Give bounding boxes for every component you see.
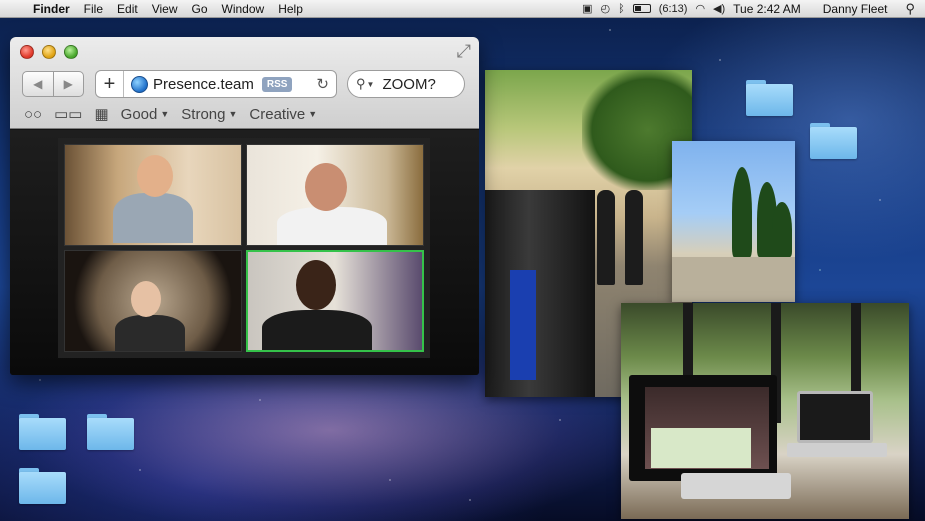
menu-app-name[interactable]: Finder [26, 2, 77, 16]
close-button[interactable] [20, 45, 34, 59]
status-area: ▣ ◴ ᛒ (6:13) ◠ ◀) Tue 2:42 AM Danny Flee… [582, 1, 925, 17]
laptop-base [787, 443, 887, 457]
bluetooth-icon[interactable]: ᛒ [618, 3, 625, 15]
office-photo[interactable] [621, 303, 909, 519]
volume-icon[interactable]: ◀) [713, 2, 725, 15]
battery-icon[interactable] [632, 4, 651, 13]
page-content [10, 130, 479, 375]
ground-shape [672, 257, 795, 302]
wifi-icon[interactable]: ◠ [695, 2, 705, 15]
minimize-button[interactable] [42, 45, 56, 59]
chevron-down-icon: ▼ [308, 109, 318, 119]
chevron-down-icon: ▼ [228, 109, 238, 119]
top-sites-grid-icon[interactable]: ▦ [94, 105, 108, 123]
video-tile[interactable] [64, 144, 242, 246]
browser-window: ⤢ ◀ ▶ + Presence.team RSS ↻ ⚲ ▼ ZOOM? ○○… [10, 37, 479, 375]
zoom-button[interactable] [64, 45, 78, 59]
browser-toolbar: ⤢ ◀ ▶ + Presence.team RSS ↻ ⚲ ▼ ZOOM? ○○… [10, 37, 479, 129]
video-tile[interactable] [64, 250, 242, 352]
video-tile[interactable] [246, 144, 424, 246]
menu-bar: Finder File Edit View Go Window Help ▣ ◴… [0, 0, 925, 18]
crew-figure [597, 190, 615, 285]
folder-icon[interactable] [19, 468, 66, 504]
window-controls [20, 45, 78, 59]
menu-user[interactable]: Danny Fleet [823, 2, 888, 16]
clock-icon[interactable]: ◴ [600, 2, 610, 15]
video-tile-active-speaker[interactable] [246, 250, 424, 352]
timemachine-icon[interactable]: ▣ [582, 2, 592, 15]
participant-head [137, 155, 173, 197]
crew-figure [625, 190, 643, 285]
participant-head [296, 260, 336, 310]
address-bar[interactable]: + Presence.team RSS ↻ [95, 70, 337, 98]
monitor-window [651, 428, 751, 468]
battery-time: (6:13) [658, 2, 688, 15]
search-icon: ⚲ [356, 76, 366, 91]
search-input[interactable]: ZOOM? [382, 76, 435, 93]
bookmarks-book-icon[interactable]: ▭▭ [54, 105, 82, 123]
bookmark-strong[interactable]: Strong ▼ [181, 106, 237, 123]
bookmark-good[interactable]: Good ▼ [121, 106, 170, 123]
search-field[interactable]: ⚲ ▼ ZOOM? [347, 70, 465, 98]
menu-go[interactable]: Go [185, 2, 215, 16]
participant-head [305, 163, 347, 211]
folder-icon[interactable] [746, 80, 793, 116]
menu-file[interactable]: File [77, 2, 110, 16]
fullscreen-icon[interactable]: ⤢ [457, 41, 471, 62]
bookmark-label: Strong [181, 105, 226, 123]
navigation-buttons: ◀ ▶ [22, 71, 84, 97]
tree-shape [732, 167, 752, 257]
forward-button[interactable]: ▶ [52, 72, 84, 96]
tree-shape [772, 202, 792, 257]
rss-badge[interactable]: RSS [261, 76, 293, 92]
participant-body [277, 207, 387, 245]
camera-rig-shape [485, 190, 595, 397]
folder-icon[interactable] [810, 123, 857, 159]
globe-icon [131, 75, 148, 93]
participant-head [131, 281, 161, 317]
spotlight-icon[interactable]: ⚲ [905, 1, 915, 17]
add-bookmark-button[interactable]: + [96, 71, 124, 97]
reading-list-icon[interactable]: ○○ [24, 106, 42, 123]
folder-icon[interactable] [19, 414, 66, 450]
chevron-down-icon: ▼ [160, 109, 170, 119]
bookmark-label: Creative [249, 105, 306, 123]
menu-edit[interactable]: Edit [110, 2, 145, 16]
trees-photo[interactable] [672, 141, 795, 302]
video-call-grid [58, 138, 430, 358]
url-text[interactable]: Presence.team [153, 76, 254, 93]
menu-clock[interactable]: Tue 2:42 AM [733, 2, 801, 16]
chevron-down-icon[interactable]: ▼ [367, 80, 375, 89]
folder-icon[interactable] [87, 414, 134, 450]
bookmark-label: Good [120, 105, 158, 123]
menu-help[interactable]: Help [271, 2, 310, 16]
bookmark-creative[interactable]: Creative ▼ [249, 106, 317, 123]
participant-body [262, 310, 372, 350]
participant-body [115, 315, 185, 351]
menu-view[interactable]: View [145, 2, 185, 16]
camera-rig-strap [510, 270, 536, 380]
back-button[interactable]: ◀ [23, 72, 53, 96]
bookmarks-bar: ○○ ▭▭ ▦ Good ▼ Strong ▼ Creative ▼ [24, 105, 317, 124]
menu-window[interactable]: Window [215, 2, 272, 16]
reload-icon[interactable]: ↻ [316, 75, 329, 93]
laptop-shape [797, 391, 873, 443]
participant-body [113, 193, 193, 243]
keyboard-shape [681, 473, 791, 499]
